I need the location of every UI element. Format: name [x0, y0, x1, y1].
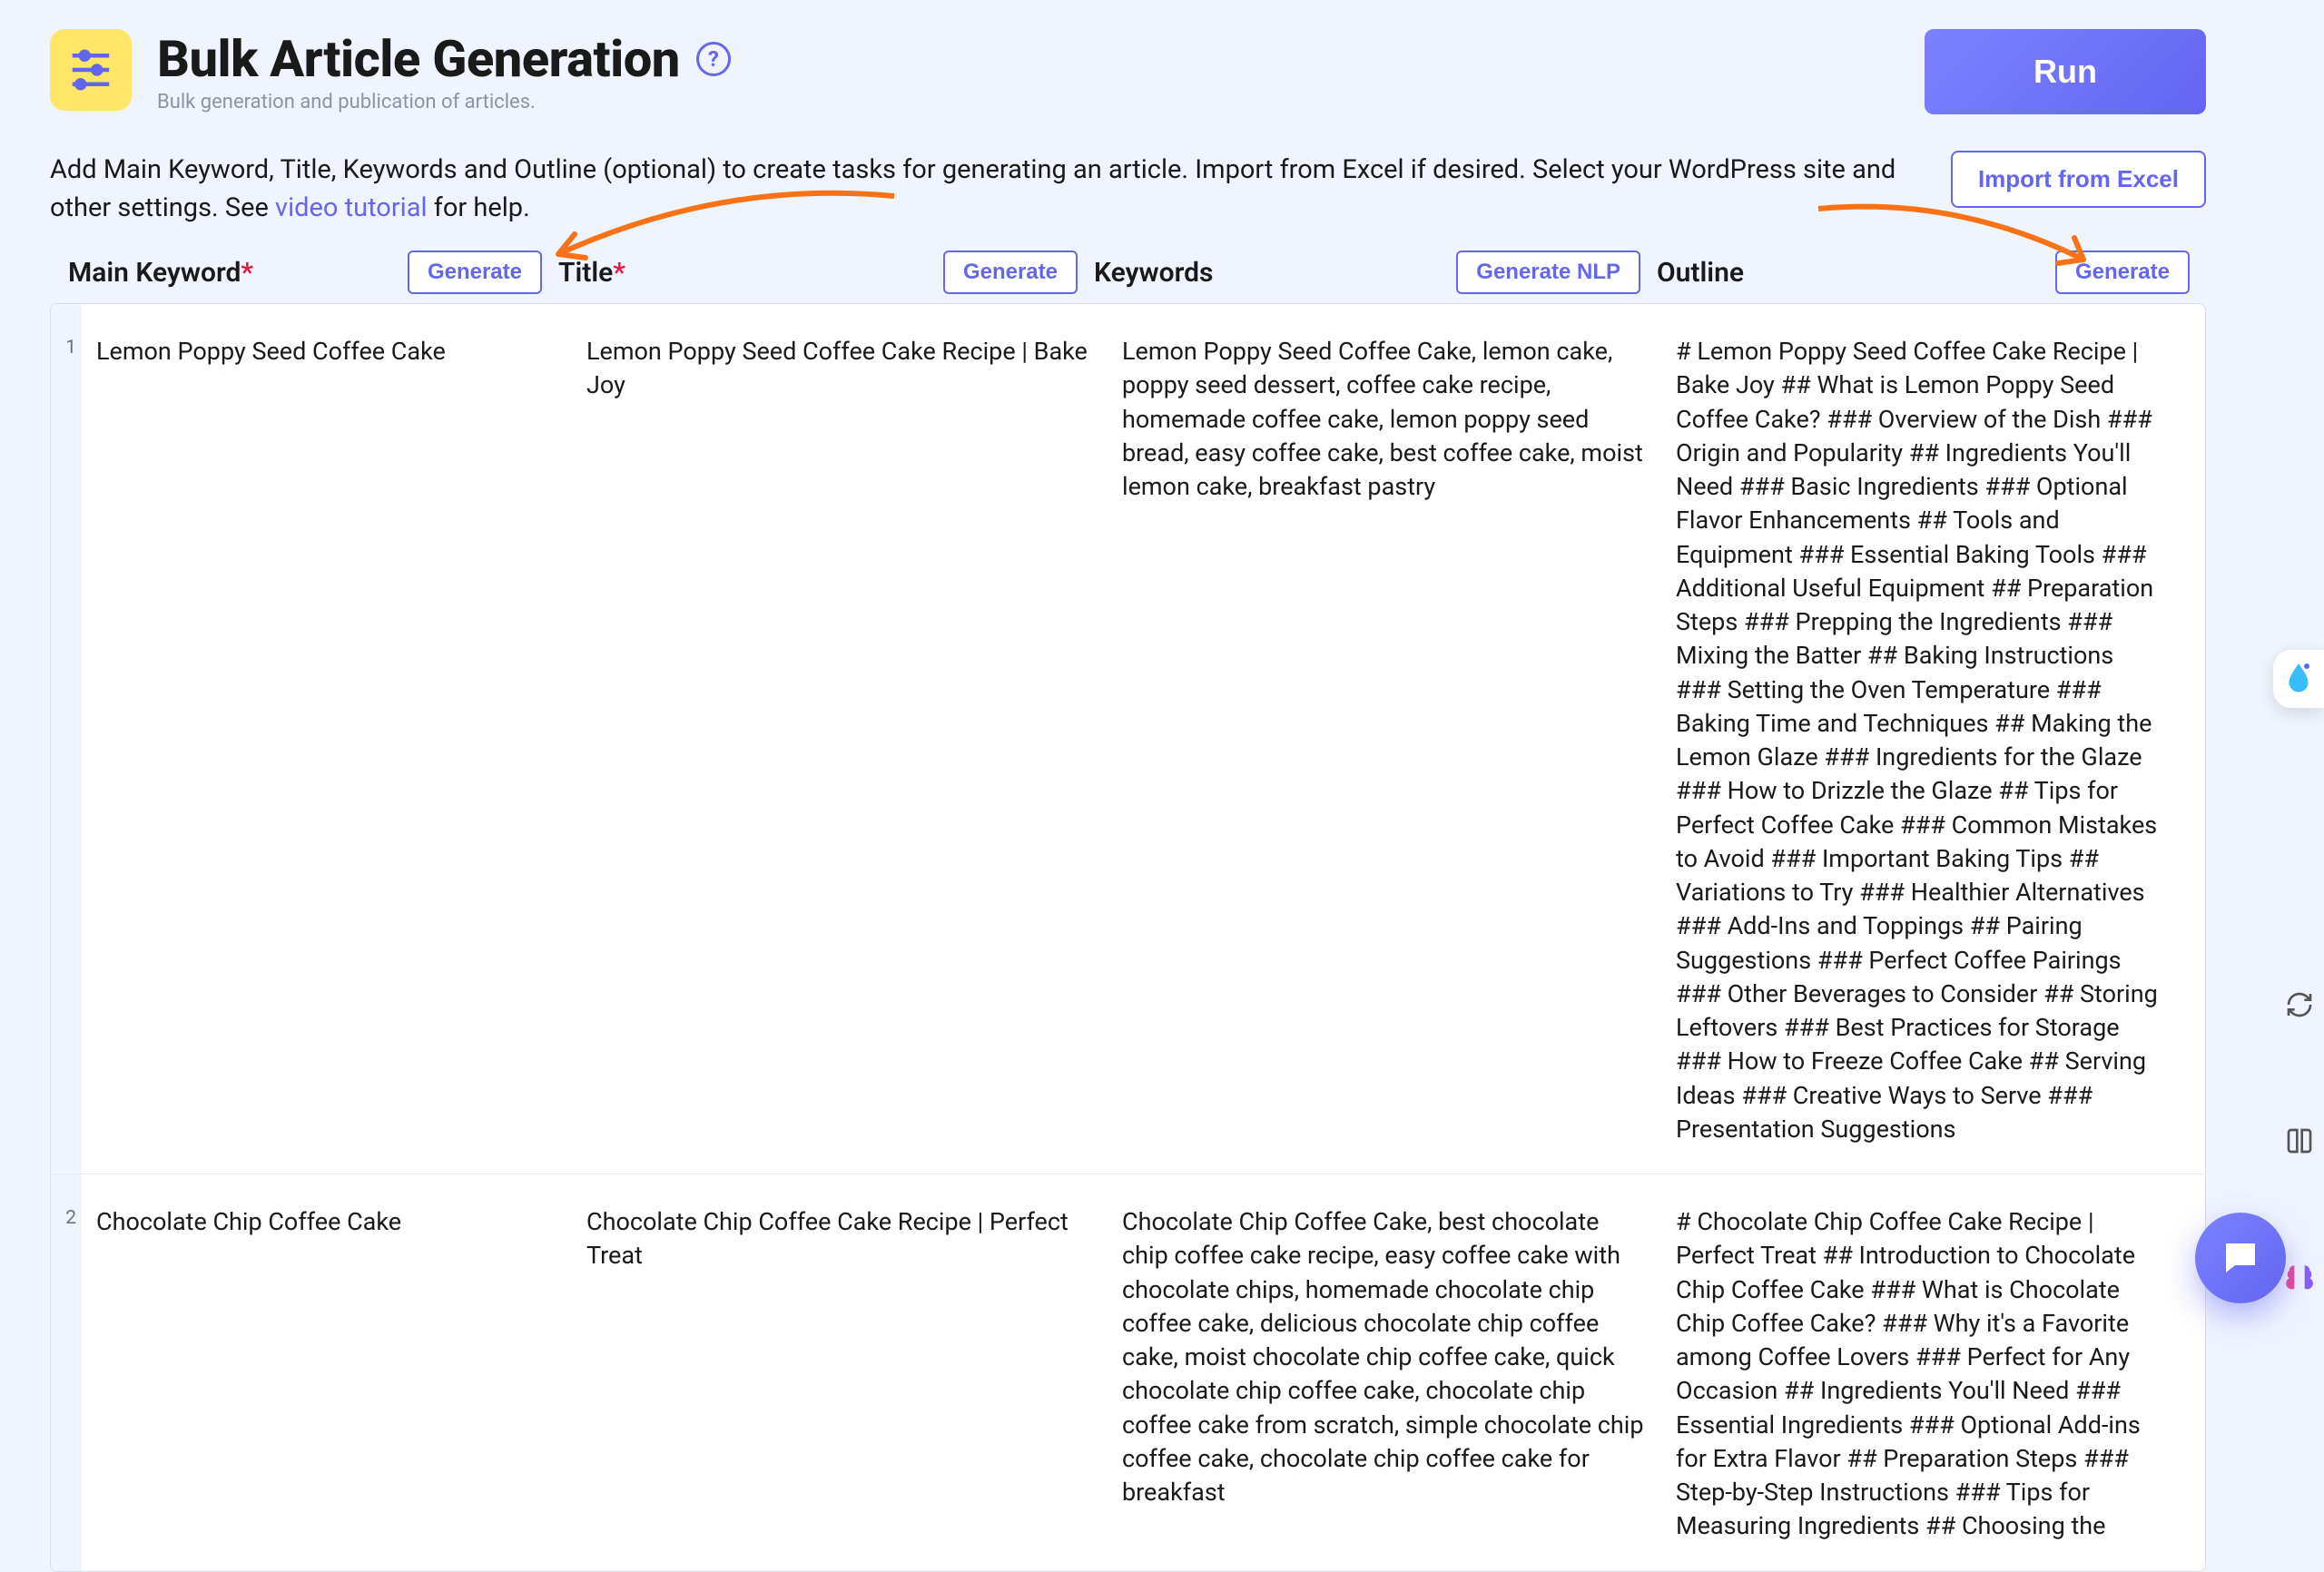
cell-title[interactable]: Lemon Poppy Seed Coffee Cake Recipe | Ba… [586, 335, 1122, 1146]
table-row[interactable]: 1 Lemon Poppy Seed Coffee Cake Lemon Pop… [51, 304, 2205, 1174]
chat-icon [2219, 1236, 2262, 1280]
run-button[interactable]: Run [1925, 29, 2206, 114]
main-keyword-label: Main Keyword* [68, 257, 253, 289]
cell-outline[interactable]: # Lemon Poppy Seed Coffee Cake Recipe | … [1676, 335, 2189, 1146]
keywords-label: Keywords [1094, 257, 1213, 289]
page-subtitle: Bulk generation and publication of artic… [157, 91, 1899, 113]
row-number: 2 [51, 1174, 82, 1571]
page-title: Bulk Article Generation [157, 29, 680, 89]
generate-main-keyword-button[interactable]: Generate [408, 251, 542, 294]
cell-outline[interactable]: # Chocolate Chip Coffee Cake Recipe | Pe… [1676, 1205, 2189, 1544]
video-tutorial-link[interactable]: video tutorial [275, 192, 428, 223]
intro-after: for help. [428, 192, 530, 223]
help-icon[interactable]: ? [696, 42, 731, 76]
column-headers: Main Keyword* Generate Title* Generate K… [50, 251, 2206, 294]
table-row[interactable]: 2 Chocolate Chip Coffee Cake Chocolate C… [51, 1174, 2205, 1571]
side-tool-pill[interactable] [2273, 650, 2324, 708]
water-drop-icon [2282, 661, 2315, 693]
cell-main-keyword[interactable]: Lemon Poppy Seed Coffee Cake [96, 335, 586, 1146]
generate-title-button[interactable]: Generate [943, 251, 1078, 294]
intro-text: Add Main Keyword, Title, Keywords and Ou… [50, 151, 1915, 227]
outline-label: Outline [1657, 257, 1744, 289]
cell-keywords[interactable]: Lemon Poppy Seed Coffee Cake, lemon cake… [1122, 335, 1676, 1146]
row-number: 1 [51, 304, 82, 1174]
brain-icon[interactable] [2280, 1258, 2319, 1296]
generate-outline-button[interactable]: Generate [2055, 251, 2190, 294]
book-icon[interactable] [2280, 1122, 2319, 1160]
page-header: Bulk Article Generation ? Bulk generatio… [50, 29, 2206, 114]
cell-keywords[interactable]: Chocolate Chip Coffee Cake, best chocola… [1122, 1205, 1676, 1544]
chat-fab[interactable] [2195, 1213, 2286, 1303]
import-from-excel-button[interactable]: Import from Excel [1951, 151, 2206, 208]
cell-title[interactable]: Chocolate Chip Coffee Cake Recipe | Perf… [586, 1205, 1122, 1544]
cell-main-keyword[interactable]: Chocolate Chip Coffee Cake [96, 1205, 586, 1544]
refresh-icon[interactable] [2280, 986, 2319, 1024]
tasks-table: 1 Lemon Poppy Seed Coffee Cake Lemon Pop… [50, 303, 2206, 1572]
generate-nlp-button[interactable]: Generate NLP [1456, 251, 1640, 294]
title-label: Title* [558, 257, 625, 289]
app-icon [50, 29, 132, 111]
